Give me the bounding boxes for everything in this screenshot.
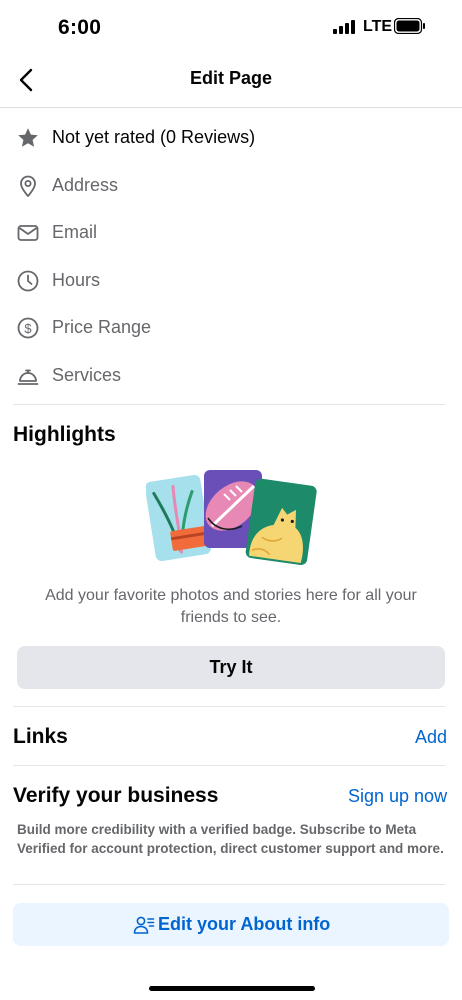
- status-time: 6:00: [58, 16, 102, 39]
- highlights-illustration: [146, 470, 317, 566]
- person-list-icon: [133, 916, 155, 934]
- dollar-circle-icon: $: [17, 317, 39, 339]
- star-icon: [18, 128, 38, 147]
- svg-text:$: $: [24, 321, 32, 336]
- battery-icon: [394, 18, 425, 34]
- cellular-signal-icon: [333, 20, 355, 34]
- rating-label: Not yet rated (0 Reviews): [52, 127, 256, 147]
- location-pin-icon: [20, 175, 36, 197]
- envelope-icon: [17, 225, 39, 241]
- status-bar: 6:00 LTE: [0, 0, 462, 54]
- network-type: LTE: [363, 18, 393, 35]
- try-it-button[interactable]: Try It: [17, 646, 445, 689]
- verify-title: Verify your business: [13, 784, 219, 807]
- address-label: Address: [52, 175, 119, 195]
- add-link-button[interactable]: Add: [415, 727, 447, 748]
- rating-row[interactable]: Not yet rated (0 Reviews): [0, 116, 462, 160]
- hours-label: Hours: [52, 270, 101, 290]
- section-divider: [13, 404, 445, 405]
- service-bell-icon: [17, 369, 39, 385]
- links-title: Links: [13, 725, 68, 748]
- highlights-title: Highlights: [13, 423, 116, 446]
- price-range-row[interactable]: $ Price Range: [0, 306, 462, 350]
- clock-icon: [17, 270, 39, 292]
- navigation-bar: Edit Page: [0, 54, 462, 108]
- edit-about-info-label: Edit your About info: [158, 914, 331, 934]
- section-divider: [13, 884, 445, 885]
- section-divider: [13, 765, 445, 766]
- page-title: Edit Page: [189, 68, 273, 88]
- verify-description: Build more credibility with a verified b…: [17, 822, 444, 856]
- address-row[interactable]: Address: [0, 164, 462, 208]
- email-label: Email: [52, 222, 98, 242]
- price-range-label: Price Range: [52, 317, 152, 337]
- services-row[interactable]: Services: [0, 354, 462, 398]
- email-row[interactable]: Email: [0, 211, 462, 255]
- section-divider: [13, 706, 445, 707]
- sign-up-now-link[interactable]: Sign up now: [348, 786, 447, 807]
- highlights-description: Add your favorite photos and stories her…: [45, 587, 417, 626]
- home-indicator: [149, 986, 315, 991]
- edit-about-info-button[interactable]: Edit your About info: [13, 903, 449, 946]
- hours-row[interactable]: Hours: [0, 259, 462, 303]
- services-label: Services: [52, 365, 122, 385]
